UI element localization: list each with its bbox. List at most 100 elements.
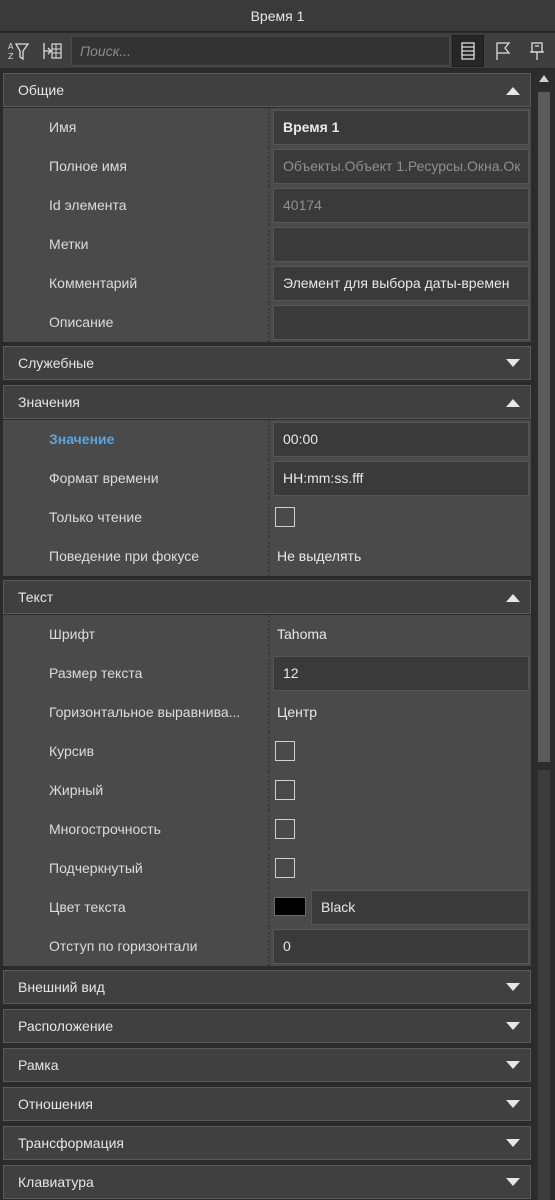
- property-row: Подчеркнутый: [3, 849, 531, 888]
- row-divider: [268, 420, 270, 459]
- section-values[interactable]: Значения: [3, 385, 531, 419]
- expand-down-icon: [506, 1178, 520, 1186]
- font-value[interactable]: Tahoma: [277, 626, 327, 642]
- horizontal-align-value[interactable]: Центр: [277, 704, 317, 720]
- text-color-field[interactable]: Black: [311, 890, 529, 925]
- property-row: Формат времени HH:mm:ss.fff: [3, 459, 531, 498]
- property-row: Отступ по горизонтали 0: [3, 927, 531, 966]
- search-input[interactable]: [71, 36, 450, 66]
- list-view-button[interactable]: [452, 35, 484, 67]
- property-row: Горизонтальное выравнива... Центр: [3, 693, 531, 732]
- scrollbar-thumb[interactable]: [538, 92, 550, 762]
- window-title: Время 1: [0, 0, 555, 32]
- multiline-checkbox[interactable]: [275, 819, 295, 839]
- property-name: Описание: [49, 314, 114, 330]
- property-row: Метки: [3, 225, 531, 264]
- value-field[interactable]: 00:00: [273, 422, 529, 457]
- property-row: Шрифт Tahoma: [3, 615, 531, 654]
- row-divider: [268, 498, 270, 537]
- expand-down-icon: [506, 1139, 520, 1147]
- property-name: Размер текста: [49, 665, 143, 681]
- property-grid: Общие Имя Время 1 Полное имя Объекты.Объ…: [0, 70, 533, 1200]
- text-color-swatch[interactable]: [274, 897, 306, 916]
- pin-button[interactable]: [521, 35, 553, 67]
- underline-checkbox[interactable]: [275, 858, 295, 878]
- row-divider: [268, 849, 270, 888]
- expand-down-icon: [506, 1100, 520, 1108]
- row-divider: [268, 186, 270, 225]
- row-divider: [268, 927, 270, 966]
- row-divider: [268, 888, 270, 927]
- row-divider: [268, 147, 270, 186]
- element-id-field[interactable]: 40174: [273, 188, 529, 223]
- full-name-field[interactable]: Объекты.Объект 1.Ресурсы.Окна.Ок: [273, 149, 529, 184]
- scrollbar-track[interactable]: [538, 770, 550, 1200]
- flag-icon: [496, 42, 511, 60]
- time-format-field[interactable]: HH:mm:ss.fff: [273, 461, 529, 496]
- collapse-up-icon: [506, 87, 520, 95]
- property-name: Полное имя: [49, 158, 127, 174]
- section-transform[interactable]: Трансформация: [3, 1126, 531, 1160]
- read-only-checkbox[interactable]: [275, 507, 295, 527]
- section-layout-label: Расположение: [18, 1018, 114, 1034]
- vertical-scrollbar[interactable]: [535, 70, 553, 1200]
- section-service[interactable]: Служебные: [3, 346, 531, 380]
- property-row: Id элемента 40174: [3, 186, 531, 225]
- horizontal-padding-field[interactable]: 0: [273, 929, 529, 964]
- text-size-field[interactable]: 12: [273, 656, 529, 691]
- expand-down-icon: [506, 359, 520, 367]
- section-general-label: Общие: [18, 82, 65, 98]
- section-text[interactable]: Текст: [3, 580, 531, 614]
- section-general[interactable]: Общие: [3, 73, 531, 107]
- focus-behavior-value[interactable]: Не выделять: [277, 548, 361, 564]
- italic-checkbox[interactable]: [275, 741, 295, 761]
- bold-checkbox[interactable]: [275, 780, 295, 800]
- section-appearance-label: Внешний вид: [18, 979, 105, 995]
- property-name: Id элемента: [49, 197, 127, 213]
- row-divider: [268, 459, 270, 498]
- name-field[interactable]: Время 1: [273, 110, 529, 145]
- scroll-up-icon[interactable]: [539, 74, 549, 82]
- row-divider: [268, 771, 270, 810]
- property-row: Только чтение: [3, 498, 531, 537]
- list-view-icon: [461, 42, 475, 60]
- tags-field[interactable]: [273, 227, 529, 262]
- comment-field[interactable]: Элемент для выбора даты-времен: [273, 266, 529, 301]
- flag-button[interactable]: [487, 35, 519, 67]
- section-relations-label: Отношения: [18, 1096, 93, 1112]
- property-name: Отступ по горизонтали: [49, 938, 198, 954]
- section-frame[interactable]: Рамка: [3, 1048, 531, 1082]
- window-title-text: Время 1: [250, 7, 305, 24]
- property-name: Шрифт: [49, 626, 96, 642]
- property-name: Цвет текста: [49, 899, 126, 915]
- row-divider: [268, 810, 270, 849]
- section-relations[interactable]: Отношения: [3, 1087, 531, 1121]
- description-field[interactable]: [273, 305, 529, 340]
- section-keyboard-label: Клавиатура: [18, 1174, 94, 1190]
- collapse-up-icon: [506, 594, 520, 602]
- columns-icon: [43, 43, 62, 59]
- property-row: Размер текста 12: [3, 654, 531, 693]
- collapse-up-icon: [506, 399, 520, 407]
- property-name: Горизонтальное выравнива...: [49, 704, 241, 720]
- row-divider: [268, 732, 270, 771]
- property-name: Жирный: [49, 782, 104, 798]
- property-name: Значение: [49, 431, 115, 447]
- property-name: Только чтение: [49, 509, 143, 525]
- row-divider: [268, 108, 270, 147]
- property-row: Комментарий Элемент для выбора даты-врем…: [3, 264, 531, 303]
- columns-button[interactable]: [36, 35, 68, 67]
- row-divider: [268, 303, 270, 342]
- property-name: Поведение при фокусе: [49, 548, 200, 564]
- row-divider: [268, 225, 270, 264]
- section-layout[interactable]: Расположение: [3, 1009, 531, 1043]
- row-divider: [268, 615, 270, 654]
- property-name: Формат времени: [49, 470, 159, 486]
- svg-text:A: A: [8, 42, 14, 51]
- section-keyboard[interactable]: Клавиатура: [3, 1165, 531, 1199]
- section-text-label: Текст: [18, 589, 54, 605]
- sort-filter-button[interactable]: A Z: [2, 35, 34, 67]
- pin-icon: [530, 42, 544, 60]
- section-appearance[interactable]: Внешний вид: [3, 970, 531, 1004]
- property-name: Имя: [49, 119, 77, 135]
